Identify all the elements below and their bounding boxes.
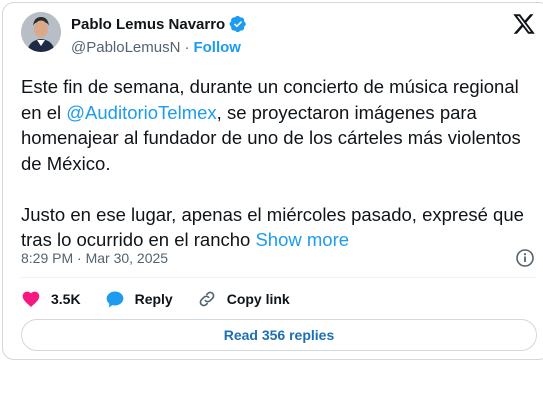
mention-link[interactable]: @AuditorioTelmex xyxy=(66,102,216,123)
heart-icon xyxy=(22,291,40,307)
author-name[interactable]: Pablo Lemus Navarro xyxy=(71,16,225,33)
read-replies-button[interactable]: Read 356 replies xyxy=(21,319,537,351)
copy-link-label: Copy link xyxy=(226,291,290,307)
avatar[interactable] xyxy=(21,12,61,52)
link-icon xyxy=(199,291,215,307)
action-bar: 3.5K Reply Copy link xyxy=(21,289,314,309)
divider xyxy=(21,277,537,278)
reply-bubble-icon xyxy=(106,291,123,308)
verified-badge-icon xyxy=(229,15,247,33)
copy-link-button[interactable]: Copy link xyxy=(197,289,290,309)
info-icon[interactable] xyxy=(515,248,535,268)
show-more-link[interactable]: Show more xyxy=(255,229,349,250)
tweet-text: Este fin de semana, durante un concierto… xyxy=(21,74,531,253)
follow-button[interactable]: Follow xyxy=(193,39,241,56)
like-button[interactable]: 3.5K xyxy=(21,289,81,309)
tweet-timestamp[interactable]: 8:29 PM · Mar 30, 2025 xyxy=(21,250,168,266)
like-count: 3.5K xyxy=(51,291,81,307)
handle-separator: · xyxy=(184,39,190,56)
tweet-card: Pablo Lemus Navarro @PabloLemusN · Follo… xyxy=(2,2,543,360)
x-logo-icon[interactable] xyxy=(512,12,536,36)
author-handle[interactable]: @PabloLemusN xyxy=(71,39,180,56)
reply-label: Reply xyxy=(134,291,173,307)
reply-button[interactable]: Reply xyxy=(105,289,173,309)
tweet-text-part2: , se proyectaron imágenes para homenajea… xyxy=(21,101,524,251)
